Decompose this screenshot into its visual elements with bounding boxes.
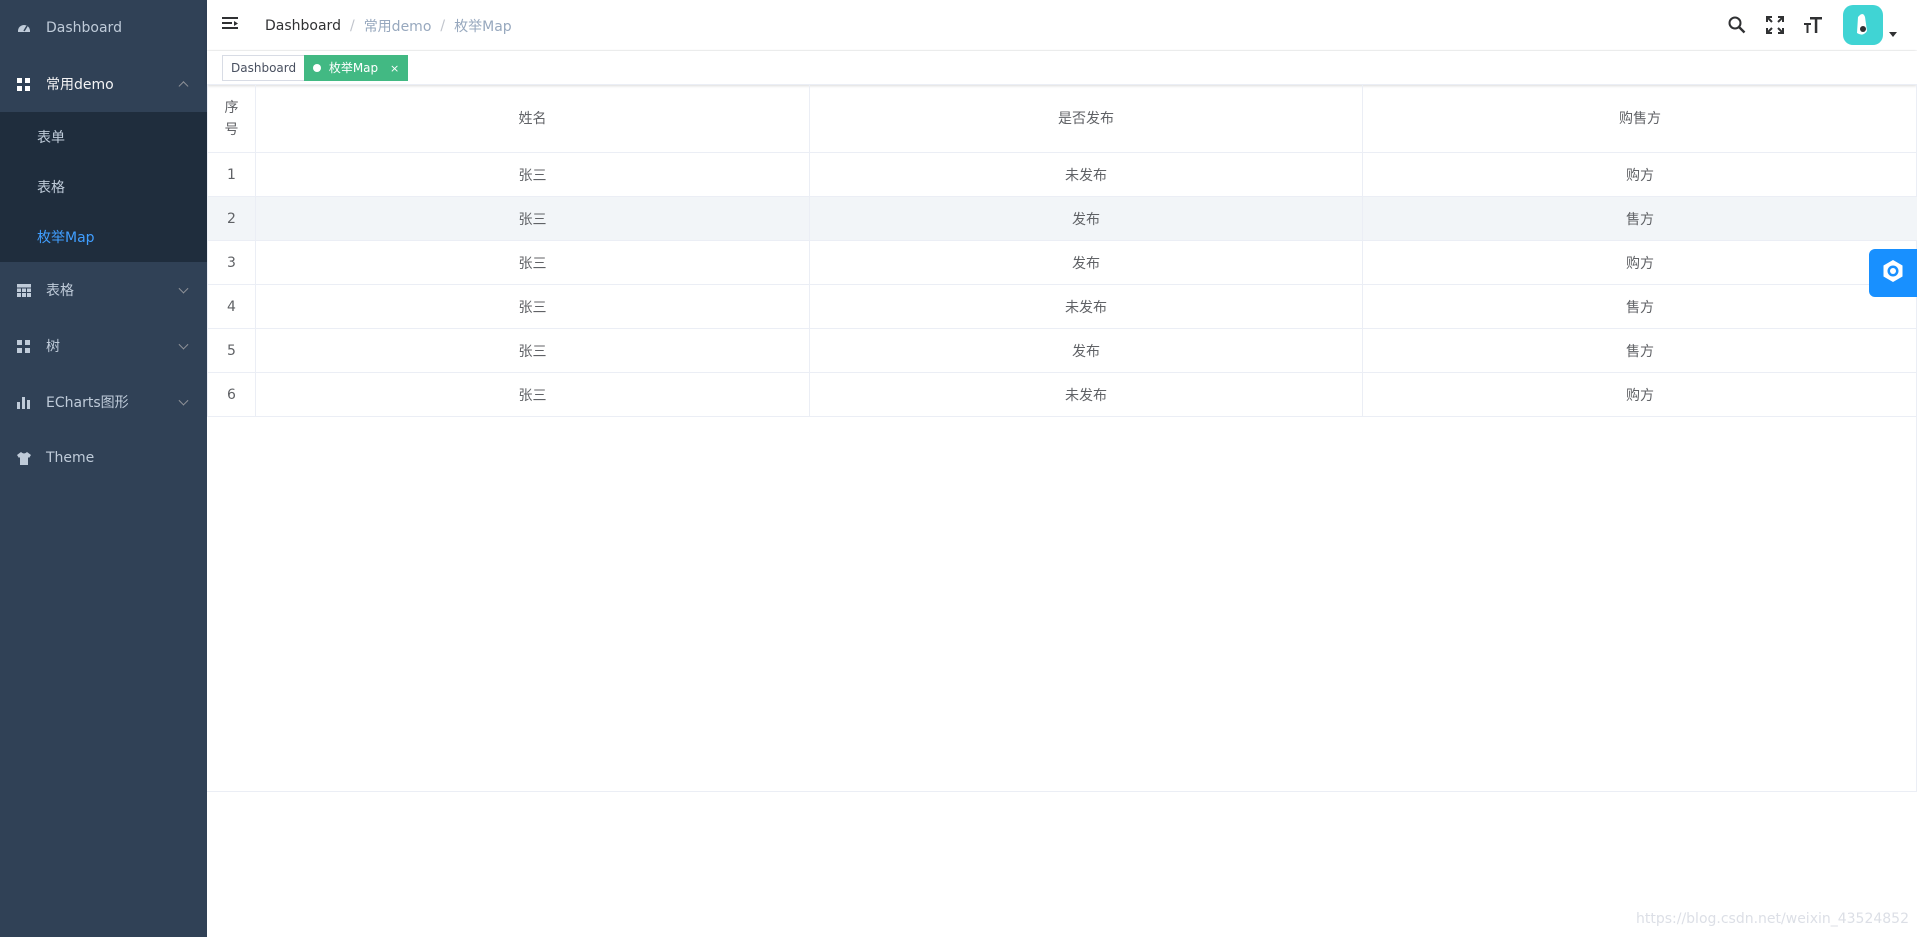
sidebar-item-label: 树 [46, 339, 60, 355]
active-dot-icon [313, 64, 321, 72]
table-icon [16, 283, 31, 298]
cell-buyer-seller: 售方 [1362, 196, 1917, 241]
breadcrumb: Dashboard / 常用demo / 枚举Map [265, 16, 512, 36]
shirt-icon [16, 451, 31, 466]
sidebar-item-label: 常用demo [46, 77, 114, 93]
header-index: 序号 [207, 84, 256, 153]
cell-index: 4 [207, 284, 256, 329]
cell-name: 张三 [255, 372, 810, 417]
tree-icon [16, 339, 31, 354]
sidebar-subitem-table[interactable]: 表格 [0, 162, 207, 212]
chevron-down-icon [178, 283, 189, 294]
sidebar-item-table[interactable]: 表格 [0, 262, 207, 318]
cell-name: 张三 [255, 328, 810, 373]
fullscreen-icon[interactable] [1763, 13, 1787, 37]
cell-published: 发布 [809, 328, 1363, 373]
cell-index: 2 [207, 196, 256, 241]
caret-down-icon[interactable] [1889, 31, 1897, 37]
search-icon[interactable] [1725, 13, 1749, 37]
bar-chart-icon [16, 395, 31, 410]
cell-name: 张三 [255, 196, 810, 241]
cell-buyer-seller: 购方 [1362, 372, 1917, 417]
gear-icon [1881, 259, 1905, 287]
cell-published: 发布 [809, 196, 1363, 241]
cell-published: 未发布 [809, 284, 1363, 329]
sidebar-item-theme[interactable]: Theme [0, 430, 207, 486]
close-icon[interactable]: × [390, 62, 399, 75]
tags-view: Dashboard 枚举Map × [207, 51, 1917, 85]
sidebar-item-common-demo[interactable]: 常用demo [0, 56, 207, 112]
header-name: 姓名 [255, 84, 810, 153]
table-row[interactable]: 5 张三 发布 售方 [207, 328, 1917, 373]
tag-label: Dashboard [231, 61, 297, 75]
table-row[interactable]: 6 张三 未发布 购方 [207, 372, 1917, 417]
cell-index: 1 [207, 152, 256, 197]
tag-dashboard[interactable]: Dashboard [222, 55, 306, 81]
table-row[interactable]: 1 张三 未发布 购方 [207, 152, 1917, 197]
avatar[interactable] [1843, 5, 1883, 45]
table-header-row: 序号 姓名 是否发布 购售方 [207, 84, 1917, 153]
cell-name: 张三 [255, 284, 810, 329]
cell-published: 未发布 [809, 152, 1363, 197]
cell-buyer-seller: 售方 [1362, 328, 1917, 373]
sidebar-subitem-label: 表单 [37, 130, 65, 146]
settings-button[interactable] [1869, 249, 1917, 297]
main-area: Dashboard / 常用demo / 枚举Map Dashboard 枚举M… [207, 0, 1917, 937]
chevron-down-icon [178, 395, 189, 406]
table-row[interactable]: 3 张三 发布 购方 [207, 240, 1917, 285]
tag-label: 枚举Map [328, 61, 379, 75]
sidebar-item-label: Dashboard [46, 20, 122, 36]
hamburger-icon[interactable] [222, 15, 240, 33]
breadcrumb-item-enum-map: 枚举Map [454, 19, 512, 35]
cell-index: 5 [207, 328, 256, 373]
breadcrumb-separator: / [349, 18, 355, 34]
cell-index: 6 [207, 372, 256, 417]
breadcrumb-separator: / [440, 18, 446, 34]
cell-published: 未发布 [809, 372, 1363, 417]
sidebar-item-label: ECharts图形 [46, 395, 129, 411]
sidebar-item-label: 表格 [46, 283, 74, 299]
header-index-label: 序号 [224, 99, 239, 138]
cell-name: 张三 [255, 240, 810, 285]
watermark: https://blog.csdn.net/weixin_43524852 [1635, 911, 1909, 927]
chevron-down-icon [178, 339, 189, 350]
data-table: 序号 姓名 是否发布 购售方 1 张三 未发布 购方 2 张三 发布 售方 3 … [207, 84, 1917, 792]
tag-enum-map[interactable]: 枚举Map × [304, 55, 409, 81]
header-published: 是否发布 [809, 84, 1363, 153]
cell-name: 张三 [255, 152, 810, 197]
dashboard-icon [16, 21, 31, 36]
table-row[interactable]: 2 张三 发布 售方 [207, 196, 1917, 241]
font-size-icon[interactable] [1801, 13, 1825, 37]
sidebar-item-tree[interactable]: 树 [0, 318, 207, 374]
sidebar-item-echarts[interactable]: ECharts图形 [0, 374, 207, 430]
sidebar-item-dashboard[interactable]: Dashboard [0, 0, 207, 56]
sidebar-subitem-label: 枚举Map [37, 230, 95, 246]
sidebar: Dashboard 常用demo 表单 表格 枚举Map 表格 树 EChart… [0, 0, 207, 937]
cell-buyer-seller: 售方 [1362, 284, 1917, 329]
cell-buyer-seller: 购方 [1362, 240, 1917, 285]
cell-buyer-seller: 购方 [1362, 152, 1917, 197]
breadcrumb-item-dashboard[interactable]: Dashboard [265, 18, 341, 34]
cell-published: 发布 [809, 240, 1363, 285]
grid-icon [16, 77, 31, 92]
app-root: Dashboard 常用demo 表单 表格 枚举Map 表格 树 EChart… [0, 0, 1917, 937]
cell-index: 3 [207, 240, 256, 285]
chevron-up-icon [178, 81, 189, 92]
right-menu [1725, 0, 1917, 50]
sidebar-subitem-label: 表格 [37, 180, 65, 196]
sidebar-subitem-enum-map[interactable]: 枚举Map [0, 212, 207, 262]
navbar: Dashboard / 常用demo / 枚举Map [207, 0, 1917, 50]
breadcrumb-item-common-demo: 常用demo [363, 19, 432, 35]
sidebar-subitem-form[interactable]: 表单 [0, 112, 207, 162]
submenu-common-demo: 表单 表格 枚举Map [0, 112, 207, 262]
table-row[interactable]: 4 张三 未发布 售方 [207, 284, 1917, 329]
header-buyer-seller: 购售方 [1362, 84, 1917, 153]
sidebar-item-label: Theme [46, 450, 95, 466]
